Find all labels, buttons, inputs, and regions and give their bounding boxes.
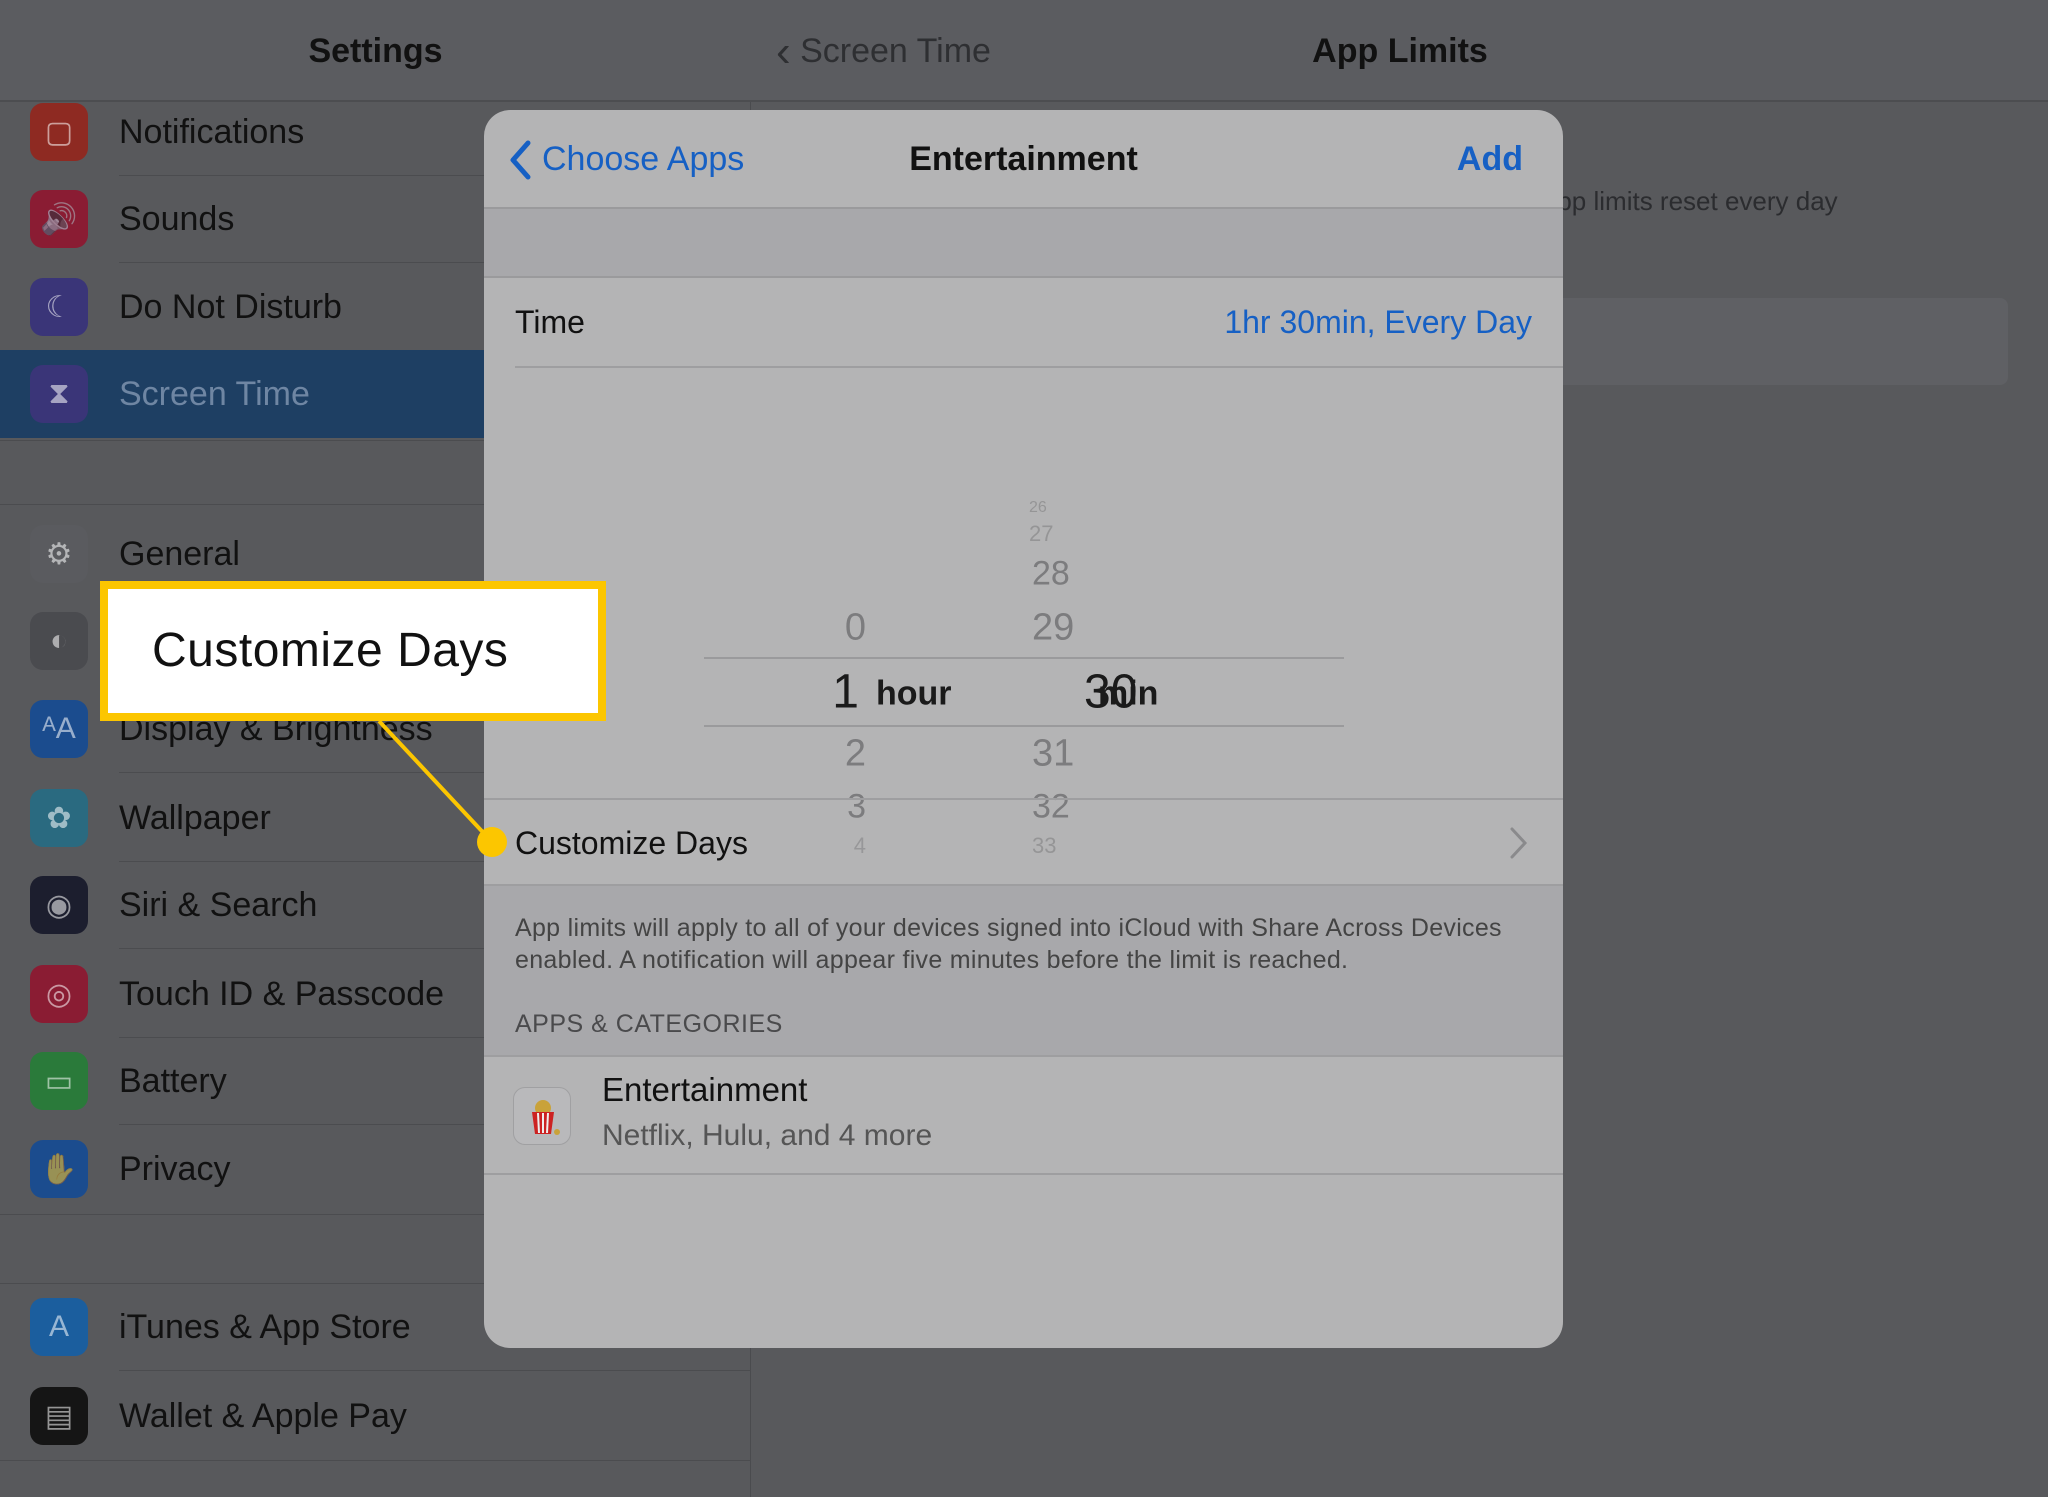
app-limit-modal: Choose Apps Entertainment Add Time 1hr 3… [484, 110, 1563, 1348]
category-subtitle: Netflix, Hulu, and 4 more [602, 1119, 933, 1152]
category-row[interactable]: Entertainment Netflix, Hulu, and 4 more [484, 1055, 1563, 1175]
customize-days-label: Customize Days [515, 825, 748, 861]
toggles-icon: ◐ [30, 612, 88, 670]
spacer-band [484, 209, 1563, 278]
sidebar-item-label: Battery [119, 1062, 227, 1100]
category-name: Entertainment [602, 1071, 808, 1108]
gear-icon: ⚙ [30, 525, 88, 583]
sounds-icon: 🔊 [30, 190, 88, 248]
footer-note: App limits will apply to all of your dev… [515, 914, 1502, 974]
section-header: APPS & CATEGORIES [515, 1010, 783, 1038]
time-row[interactable]: Time 1hr 30min, Every Day [484, 278, 1563, 366]
sidebar-item[interactable]: ▤ Wallet & Apple Pay [0, 1372, 751, 1460]
app-store-icon: A [30, 1298, 88, 1356]
time-label: Time [515, 304, 585, 340]
popcorn-icon [513, 1087, 571, 1145]
picker-unit-label: hour [876, 674, 952, 713]
divider [119, 1370, 751, 1371]
reset-note: App limits reset every day [1540, 186, 1838, 216]
add-button[interactable]: Add [1457, 110, 1523, 209]
chevron-right-icon [1510, 827, 1528, 859]
picker-selection-line [704, 657, 1344, 659]
sidebar-item-label: Siri & Search [119, 886, 318, 924]
sidebar-item-label: Screen Time [119, 375, 310, 413]
hourglass-icon: ⧗ [30, 365, 88, 423]
sidebar-item-label: Sounds [119, 200, 235, 238]
fingerprint-icon: ◎ [30, 965, 88, 1023]
picker-value[interactable]: 26 [1029, 499, 1047, 517]
modal-header: Choose Apps Entertainment Add [484, 110, 1563, 209]
callout-box: Customize Days [100, 581, 606, 721]
wallet-icon: ▤ [30, 1387, 88, 1445]
chevron-left-icon [510, 140, 531, 179]
chevron-left-icon: ‹ [776, 27, 791, 76]
picker-value[interactable]: 31 [1032, 733, 1074, 776]
siri-icon: ◉ [30, 876, 88, 934]
time-value: 1hr 30min, Every Day [1224, 304, 1532, 340]
picker-value[interactable]: 0 [845, 607, 866, 650]
picker-value[interactable]: 28 [1032, 555, 1070, 594]
picker-selection-line [704, 725, 1344, 727]
sidebar-item-label: Wallet & Apple Pay [119, 1397, 407, 1435]
picker-value[interactable]: 27 [1029, 521, 1053, 547]
notifications-icon: ▢ [30, 103, 88, 161]
sidebar-item-label: Wallpaper [119, 799, 271, 837]
sidebar-item-label: iTunes & App Store [119, 1308, 411, 1346]
sidebar-title: Settings [308, 32, 443, 70]
sidebar-header: Settings [0, 0, 751, 102]
customize-days-row[interactable]: Customize Days [484, 798, 1563, 886]
picker-value[interactable]: 29 [1032, 607, 1074, 650]
moon-icon: ☾ [30, 278, 88, 336]
sidebar-item-label: Do Not Disturb [119, 288, 342, 326]
group-divider [0, 1460, 751, 1461]
back-label: Choose Apps [542, 140, 745, 178]
back-label: Screen Time [800, 32, 991, 70]
page-title: App Limits [1312, 32, 1488, 70]
detail-list-cell[interactable] [1563, 298, 2008, 385]
callout-text: Customize Days [152, 624, 509, 677]
flower-icon: ✿ [30, 789, 88, 847]
sidebar-item-label: Touch ID & Passcode [119, 975, 445, 1013]
display-icon: ᴬA [30, 700, 88, 758]
battery-icon: ▭ [30, 1052, 88, 1110]
sidebar-item-label: Privacy [119, 1150, 231, 1188]
picker-value[interactable]: 2 [845, 733, 866, 776]
duration-picker[interactable]: 0 1 2 3 4 26 27 28 29 30 31 32 33 hour min [484, 368, 1563, 858]
choose-apps-back-button[interactable]: Choose Apps [508, 110, 744, 209]
hand-icon: ✋ [30, 1140, 88, 1198]
picker-unit-label: min [1098, 674, 1159, 713]
sidebar-item-label: Notifications [119, 113, 305, 151]
back-button-screen-time[interactable]: ‹ Screen Time [776, 0, 991, 103]
picker-value[interactable]: 1 [832, 665, 859, 720]
